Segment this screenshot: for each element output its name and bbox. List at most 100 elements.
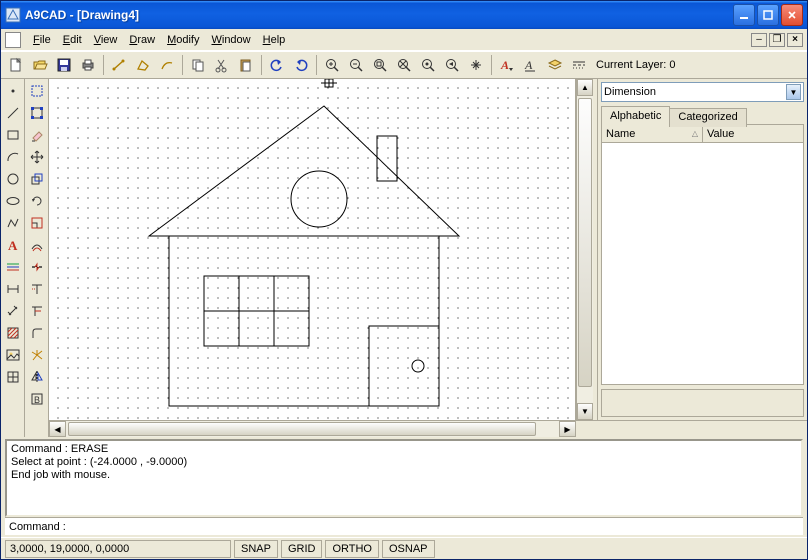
pan-button[interactable] [465, 54, 487, 76]
copy-tool[interactable] [27, 169, 47, 189]
mdi-close-button[interactable]: × [787, 33, 803, 47]
mdi-doc-icon[interactable] [5, 32, 21, 48]
mtext-tool[interactable] [3, 257, 23, 277]
menu-help[interactable]: Help [257, 32, 292, 48]
paste-button[interactable] [235, 54, 257, 76]
mirror-tool[interactable] [27, 367, 47, 387]
menu-edit[interactable]: Edit [57, 32, 88, 48]
linetypes-button[interactable] [568, 54, 590, 76]
ortho-toggle[interactable]: ORTHO [325, 540, 379, 558]
property-header: Name△ Value [601, 125, 804, 143]
minimize-button[interactable] [733, 4, 755, 26]
text-style-button[interactable]: A [496, 54, 518, 76]
vertical-scrollbar[interactable]: ▲ ▼ [576, 79, 593, 420]
polyline-tool[interactable] [3, 213, 23, 233]
area-button[interactable] [132, 54, 154, 76]
extend-tool[interactable] [27, 301, 47, 321]
offset-tool[interactable] [27, 235, 47, 255]
canvas-area: ▲ ▼ Dimension ▼ Alphabetic Categorized [49, 79, 807, 437]
dropdown-arrow-icon[interactable]: ▼ [786, 84, 801, 100]
property-grid[interactable] [601, 143, 804, 385]
dim-linear-tool[interactable] [3, 279, 23, 299]
dim-style-button[interactable]: A [520, 54, 542, 76]
scroll-left-button[interactable]: ◀ [49, 421, 66, 437]
zoom-out-button[interactable] [345, 54, 367, 76]
app-icon [5, 7, 21, 23]
block-insert-tool[interactable] [3, 367, 23, 387]
zoom-extent-button[interactable] [393, 54, 415, 76]
select-tool[interactable] [27, 81, 47, 101]
cut-button[interactable] [211, 54, 233, 76]
redo-button[interactable] [290, 54, 312, 76]
scroll-right-button[interactable]: ▶ [559, 421, 576, 437]
layers-button[interactable] [544, 54, 566, 76]
tab-alphabetic[interactable]: Alphabetic [601, 106, 670, 125]
menu-modify[interactable]: Modify [161, 32, 205, 48]
zoom-window-button[interactable] [369, 54, 391, 76]
save-button[interactable] [53, 54, 75, 76]
horizontal-scrollbar[interactable]: ◀ ▶ [49, 420, 576, 437]
undo-button[interactable] [266, 54, 288, 76]
rotate-tool[interactable] [27, 191, 47, 211]
svg-text:A: A [8, 238, 18, 253]
scale-tool[interactable] [27, 213, 47, 233]
make-block-tool[interactable]: B [27, 389, 47, 409]
status-coords: 3,0000, 19,0000, 0,0000 [5, 540, 231, 558]
svg-text:A: A [524, 58, 533, 72]
osnap-toggle[interactable]: OSNAP [382, 540, 435, 558]
open-button[interactable] [29, 54, 51, 76]
menu-bar: File Edit View Draw Modify Window Help –… [1, 29, 807, 51]
explode-tool[interactable] [27, 345, 47, 365]
ellipse-tool[interactable] [3, 191, 23, 211]
zoom-in-button[interactable] [321, 54, 343, 76]
menu-file[interactable]: File [27, 32, 57, 48]
distance-button[interactable] [108, 54, 130, 76]
text-tool[interactable]: A [3, 235, 23, 255]
mdi-minimize-button[interactable]: – [751, 33, 767, 47]
new-button[interactable] [5, 54, 27, 76]
title-bar[interactable]: A9CAD - [Drawing4] [1, 1, 807, 29]
move-tool[interactable] [27, 147, 47, 167]
hatch-tool[interactable] [3, 323, 23, 343]
draw-toolbar: A [1, 79, 25, 437]
grid-toggle[interactable]: GRID [281, 540, 323, 558]
arc-tool[interactable] [3, 147, 23, 167]
object-type-dropdown[interactable]: Dimension ▼ [601, 82, 804, 102]
command-input[interactable]: Command : [5, 517, 803, 535]
close-button[interactable] [781, 4, 803, 26]
object-type-value: Dimension [604, 86, 656, 98]
drawing-canvas[interactable] [49, 79, 576, 420]
trim-tool[interactable] [27, 279, 47, 299]
col-name[interactable]: Name△ [602, 125, 703, 142]
menu-draw[interactable]: Draw [123, 32, 161, 48]
menu-view[interactable]: View [88, 32, 124, 48]
line-tool[interactable] [3, 103, 23, 123]
scroll-up-button[interactable]: ▲ [577, 79, 593, 96]
cmd-line: Select at point : (-24.0000 , -9.0000) [11, 456, 797, 469]
copy-button[interactable] [187, 54, 209, 76]
dim-aligned-tool[interactable] [3, 301, 23, 321]
zoom-previous-button[interactable] [441, 54, 463, 76]
body-row: A B [1, 79, 807, 437]
image-insert-tool[interactable] [3, 345, 23, 365]
print-button[interactable] [77, 54, 99, 76]
mdi-restore-button[interactable]: ❐ [769, 33, 785, 47]
list-button[interactable] [156, 54, 178, 76]
property-description [601, 389, 804, 417]
maximize-button[interactable] [757, 4, 779, 26]
properties-panel: Dimension ▼ Alphabetic Categorized Name△… [597, 79, 807, 420]
command-history[interactable]: Command : ERASE Select at point : (-24.0… [5, 439, 803, 517]
erase-tool[interactable] [27, 125, 47, 145]
point-tool[interactable] [3, 81, 23, 101]
tab-categorized[interactable]: Categorized [669, 108, 746, 127]
zoom-realtime-button[interactable] [417, 54, 439, 76]
fillet-tool[interactable] [27, 323, 47, 343]
rectangle-tool[interactable] [3, 125, 23, 145]
menu-window[interactable]: Window [205, 32, 256, 48]
circle-tool[interactable] [3, 169, 23, 189]
grips-tool[interactable] [27, 103, 47, 123]
col-value[interactable]: Value [703, 125, 803, 142]
scroll-down-button[interactable]: ▼ [577, 403, 593, 420]
snap-toggle[interactable]: SNAP [234, 540, 278, 558]
break-tool[interactable] [27, 257, 47, 277]
